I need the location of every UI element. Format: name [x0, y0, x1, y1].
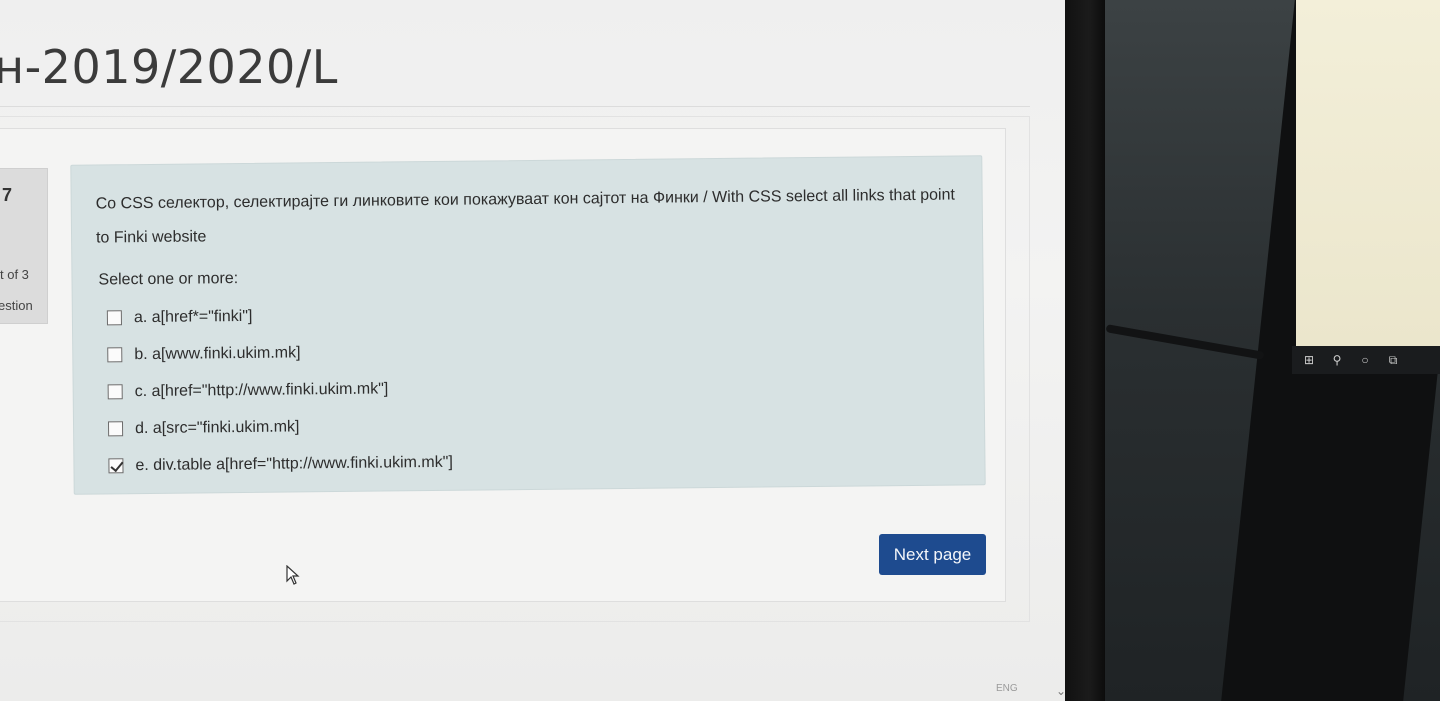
answer-option-b[interactable]: b. a[www.finki.ukim.mk]: [107, 333, 452, 374]
answer-label-c: c. a[href="http://www.finki.ukim.mk"]: [134, 379, 389, 400]
answer-label-d: d. a[src="finki.ukim.mk]: [134, 417, 300, 437]
checkbox-a[interactable]: [106, 310, 122, 326]
checkbox-e[interactable]: [108, 458, 124, 474]
mouse-cursor-icon: [286, 565, 300, 585]
language-indicator: ENG: [996, 683, 1018, 694]
browser-screen: н-2019/2020/L 7 t of 3 estion Со CSS сел…: [0, 0, 1065, 701]
question-info: 7 t of 3 estion: [0, 168, 48, 324]
question-text: Со CSS селектор, селектирајте ги линкови…: [95, 186, 955, 247]
windows-icon: ⊞: [1303, 353, 1315, 367]
second-monitor-screen: [1296, 0, 1440, 346]
cortana-icon: ○: [1361, 353, 1369, 367]
answer-option-c[interactable]: c. a[href="http://www.finki.ukim.mk"]: [107, 370, 452, 411]
question-state: t of 3: [0, 267, 29, 282]
checkbox-d[interactable]: [107, 421, 124, 437]
answer-option-a[interactable]: a. a[href*="finki"]: [106, 296, 452, 337]
checkbox-b[interactable]: [107, 347, 123, 363]
chevron-down-icon: ⌄: [1056, 684, 1065, 698]
monitor-bezel: [1065, 0, 1105, 701]
next-page-button[interactable]: Next page: [879, 534, 986, 575]
checkbox-c[interactable]: [107, 384, 123, 400]
answer-option-d[interactable]: d. a[src="finki.ukim.mk]: [107, 407, 453, 448]
answer-prompt: Select one or more:: [98, 270, 239, 289]
answer-list: a. a[href*="finki"] b. a[www.finki.ukim.…: [106, 296, 453, 485]
question-formulation: Со CSS селектор, селектирајте ги линкови…: [70, 155, 986, 495]
page-title: н-2019/2020/L: [0, 40, 338, 94]
divider: [0, 106, 1030, 107]
answer-label-a: a. a[href*="finki"]: [133, 307, 253, 326]
answer-option-e[interactable]: e. div.table a[href="http://www.finki.uk…: [108, 444, 453, 485]
taskbar: ⊞ ⚲ ○ ⧉: [1292, 346, 1440, 374]
answer-label-e: e. div.table a[href="http://www.finki.uk…: [135, 453, 453, 474]
flag-question-link[interactable]: estion: [0, 298, 33, 313]
question-number: 7: [2, 185, 13, 205]
search-icon: ⚲: [1332, 353, 1342, 367]
answer-label-b: b. a[www.finki.ukim.mk]: [134, 343, 301, 363]
task-view-icon: ⧉: [1388, 352, 1398, 367]
